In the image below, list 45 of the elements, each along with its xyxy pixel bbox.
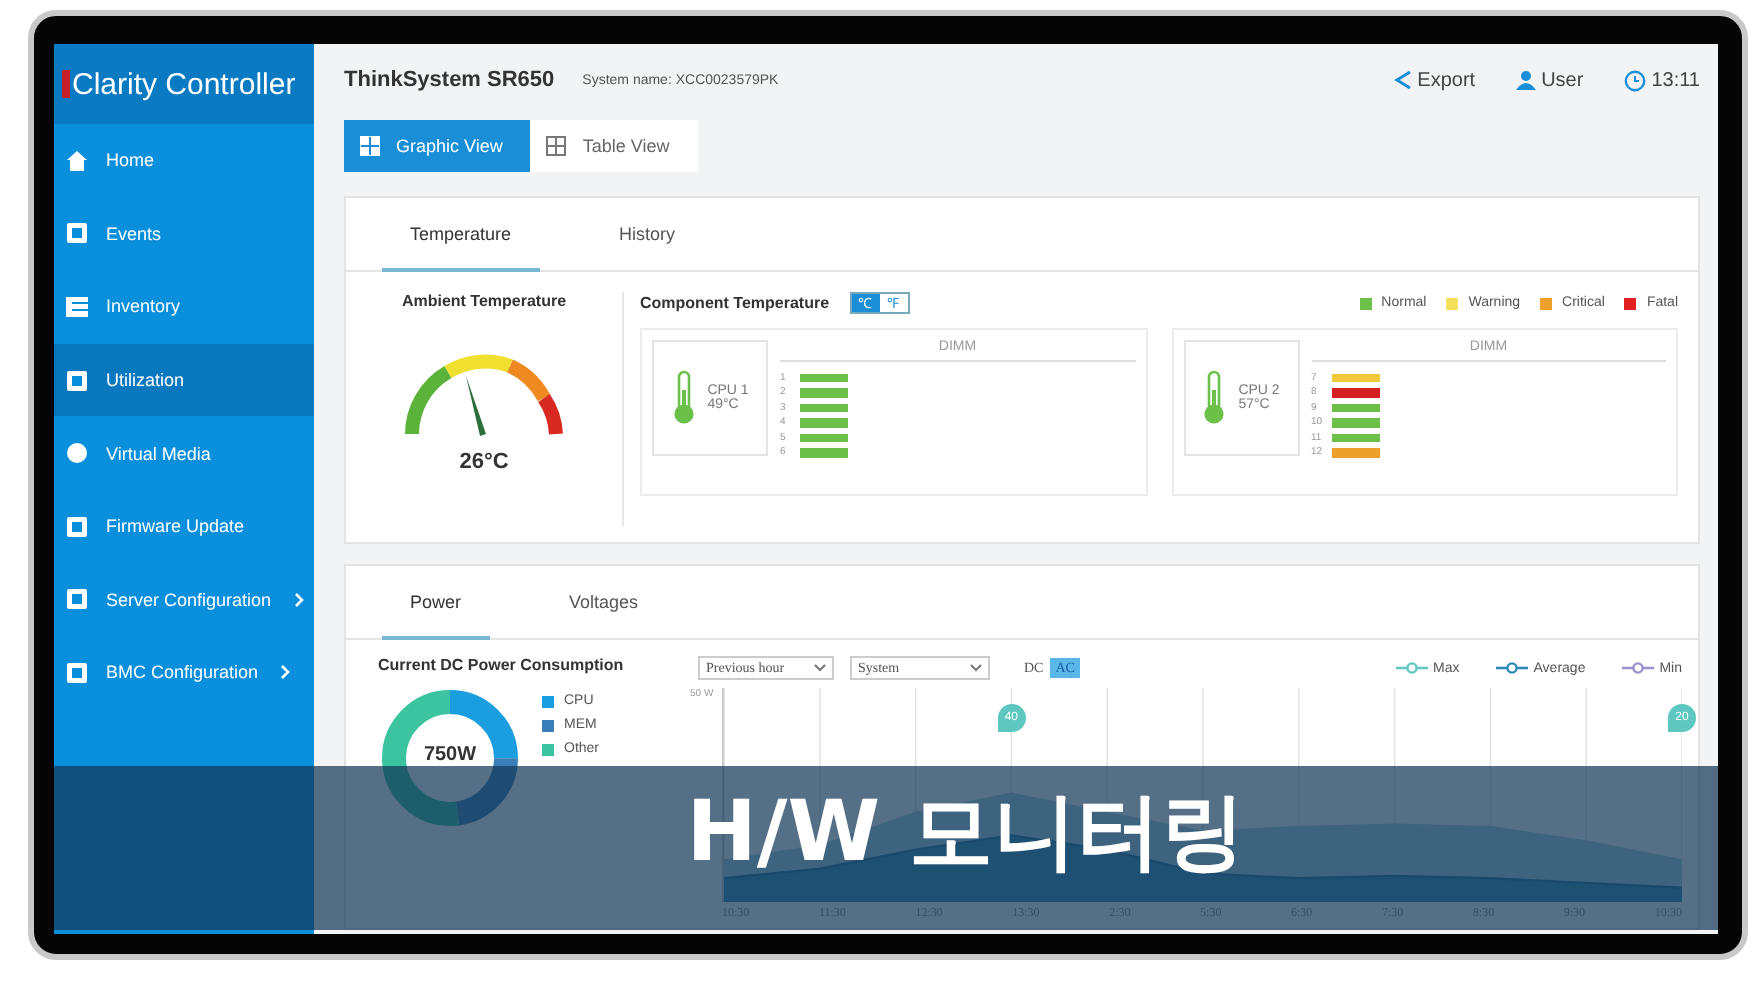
chevron-icon (293, 591, 304, 608)
share-icon (1393, 70, 1412, 90)
view-tab[interactable]: Table View (530, 120, 698, 172)
menu-item-icon (66, 222, 88, 245)
grid-icon (360, 136, 380, 156)
sidebar-item[interactable]: Server Configuration (54, 563, 314, 637)
sidebar-item[interactable]: Virtual Media (54, 416, 314, 490)
brand-title: Clarity Controller (72, 67, 296, 101)
server-title: ThinkSystem SR650 (344, 68, 555, 92)
banner-title: H/W 모니터링 (686, 790, 1246, 874)
menu-item-icon (66, 149, 88, 172)
section-title: Component Temperature (640, 294, 830, 312)
menu-item-icon (66, 295, 88, 318)
clock-icon (1623, 69, 1646, 91)
sidebar-item[interactable]: Home (54, 124, 314, 198)
header-link[interactable]: User (1515, 69, 1584, 91)
sidebar-item[interactable]: BMC Configuration (54, 636, 314, 710)
grid-icon (546, 136, 567, 156)
sidebar-item[interactable]: Inventory (54, 270, 314, 344)
header-link[interactable]: 13:11 (1623, 69, 1700, 91)
power-total: 750W (421, 744, 479, 766)
section-title: Ambient Temperature (401, 292, 567, 310)
menu-item-icon (66, 661, 88, 684)
thermometer-icon (1202, 370, 1227, 426)
menu-item-icon (66, 442, 88, 465)
view-tab[interactable]: Graphic View (344, 120, 531, 172)
tab[interactable]: History (591, 198, 704, 272)
tab[interactable]: Temperature (382, 198, 540, 272)
chevron-icon (280, 664, 291, 681)
section-title: Current DC Power Consumption (378, 656, 626, 674)
caret-icon (970, 664, 982, 672)
user-icon (1515, 70, 1536, 90)
menu-item-icon (66, 588, 88, 611)
sidebar-item[interactable]: Utilization (54, 343, 314, 417)
tab[interactable]: Power (382, 566, 490, 640)
menu-item-icon (66, 369, 88, 392)
sidebar-item[interactable]: Firmware Update (54, 489, 314, 564)
ambient-reading: 26°C (459, 450, 509, 474)
sidebar-item[interactable]: Events (54, 197, 314, 271)
logo-icon (62, 70, 70, 98)
thermometer-icon (671, 370, 696, 426)
caret-icon (814, 664, 826, 672)
tab[interactable]: Voltages (541, 566, 667, 640)
header-link[interactable]: Export (1393, 69, 1476, 91)
menu-item-icon (66, 515, 88, 538)
